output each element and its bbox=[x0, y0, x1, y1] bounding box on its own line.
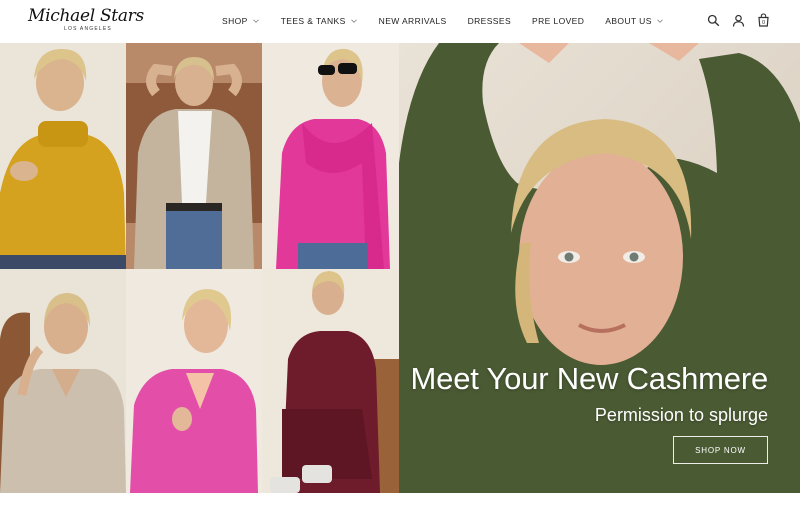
chevron-down-icon bbox=[350, 19, 357, 23]
nav-label: DRESSES bbox=[467, 16, 512, 26]
logo-subtitle: LOS ANGELES bbox=[64, 26, 112, 32]
user-icon[interactable] bbox=[731, 13, 745, 27]
main-nav: SHOP TEES & TANKS NEW ARRIVALS DRESSES P… bbox=[222, 14, 664, 28]
cart-count: 0 bbox=[761, 20, 764, 26]
below-fold-strip bbox=[0, 493, 800, 509]
photo-burgundy-set[interactable] bbox=[262, 269, 399, 493]
nav-label: TEES & TANKS bbox=[280, 16, 346, 26]
nav-item-shop[interactable]: SHOP bbox=[222, 16, 260, 26]
nav-label: ABOUT US bbox=[605, 16, 652, 26]
nav-label: PRE LOVED bbox=[532, 16, 585, 26]
site-header: Michael Stars LOS ANGELES SHOP TEES & TA… bbox=[0, 0, 800, 43]
nav-item-tees-tanks[interactable]: TEES & TANKS bbox=[281, 16, 358, 26]
photo-pink-wrap[interactable] bbox=[126, 269, 262, 493]
nav-label: SHOP bbox=[222, 16, 248, 26]
nav-item-new-arrivals[interactable]: NEW ARRIVALS bbox=[379, 16, 447, 26]
nav-item-about-us[interactable]: ABOUT US bbox=[605, 16, 664, 26]
photo-beige-vneck[interactable] bbox=[0, 269, 126, 493]
hero-subtitle: Permission to splurge bbox=[594, 405, 768, 425]
shop-now-button[interactable]: SHOP NOW bbox=[673, 436, 768, 464]
header-icons: 0 bbox=[706, 13, 770, 27]
search-icon[interactable] bbox=[706, 13, 720, 27]
nav-label: NEW ARRIVALS bbox=[378, 16, 447, 26]
nav-item-dresses[interactable]: DRESSES bbox=[468, 16, 511, 26]
nav-item-pre-loved[interactable]: PRE LOVED bbox=[532, 16, 584, 26]
brand-logo[interactable]: Michael Stars LOS ANGELES bbox=[28, 6, 144, 38]
cart-icon[interactable]: 0 bbox=[756, 13, 770, 27]
logo-script: Michael Stars bbox=[28, 6, 144, 26]
chevron-down-icon bbox=[252, 19, 259, 23]
chevron-down-icon bbox=[656, 19, 663, 23]
photo-mustard-turtleneck[interactable] bbox=[0, 43, 126, 269]
photo-pink-sweater[interactable] bbox=[262, 43, 399, 269]
photo-oatmeal-cardigan[interactable] bbox=[126, 43, 262, 269]
hero-banner[interactable]: Meet Your New Cashmere Permission to spl… bbox=[0, 43, 800, 493]
feature-photo-olive-crewneck[interactable]: Meet Your New Cashmere Permission to spl… bbox=[399, 43, 800, 493]
hero-title: Meet Your New Cashmere bbox=[410, 361, 769, 396]
hero-copy: Meet Your New Cashmere Permission to spl… bbox=[410, 361, 769, 426]
